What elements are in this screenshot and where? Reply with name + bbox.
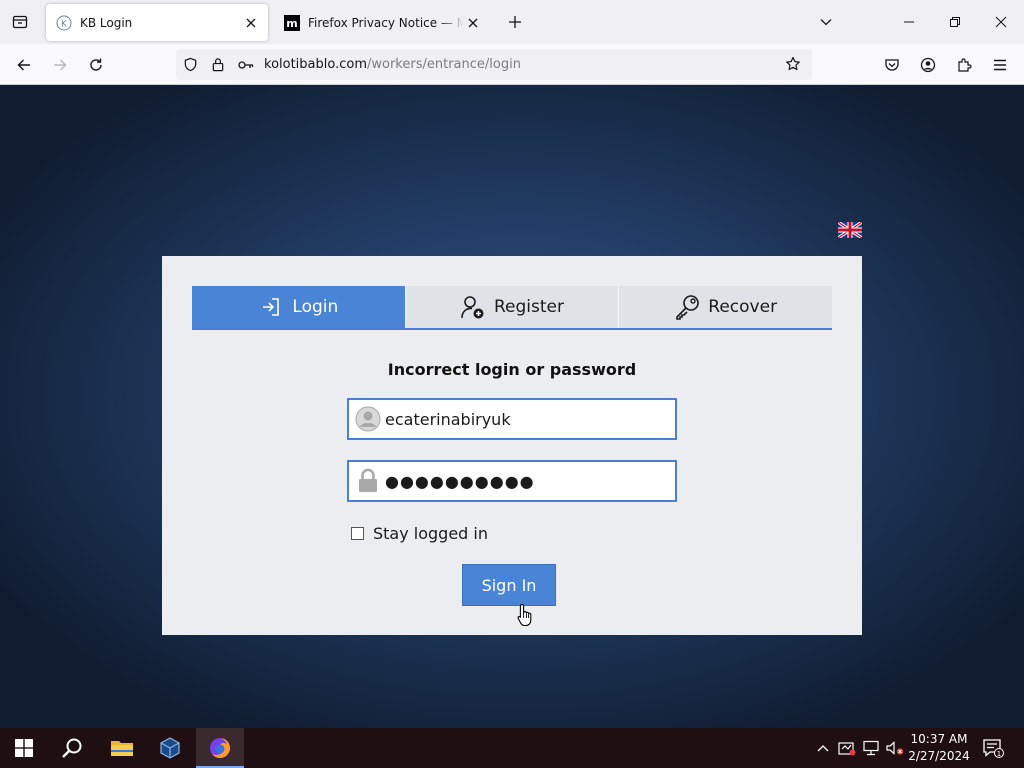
reload-icon <box>90 58 102 71</box>
notification-icon: 1 <box>983 739 1004 758</box>
firefox-view-icon <box>12 15 28 29</box>
tray-app-icon <box>838 742 856 756</box>
password-field[interactable]: ●●●●●●●●●● <box>347 460 677 502</box>
firefox-taskbar-button[interactable] <box>196 728 244 768</box>
navigation-toolbar: kolotibablo.com/workers/entrance/login <box>0 44 1024 85</box>
account-button[interactable] <box>915 52 941 78</box>
new-tab-button[interactable] <box>504 10 526 34</box>
plus-icon <box>509 16 521 28</box>
tab-login[interactable]: Login <box>192 286 406 328</box>
user-add-icon <box>460 294 486 320</box>
login-card: Login Register Recover Incorrect login o… <box>162 256 862 635</box>
windows-logo-icon <box>15 739 33 757</box>
network-button[interactable] <box>860 728 882 768</box>
uk-flag-icon <box>837 220 863 240</box>
tracking-protection-icon[interactable] <box>176 51 204 79</box>
padlock-icon <box>351 462 385 500</box>
mozilla-favicon-icon: m <box>284 14 300 31</box>
back-button[interactable] <box>11 52 37 78</box>
tab-recover[interactable]: Recover <box>619 286 833 328</box>
forward-arrow-icon <box>54 59 67 71</box>
page-content: Login Register Recover Incorrect login o… <box>0 85 1024 728</box>
clock-time: 10:37 AM <box>910 732 968 746</box>
clock-date: 2/27/2024 <box>908 749 970 763</box>
lock-icon[interactable] <box>204 51 232 79</box>
hand-cursor-icon <box>517 603 532 627</box>
taskbar-clock[interactable]: 10:37 AM 2/27/2024 <box>906 731 972 765</box>
list-all-tabs-button[interactable] <box>814 10 838 34</box>
firefox-icon <box>210 738 230 758</box>
sign-in-button[interactable]: Sign In <box>462 564 556 606</box>
account-icon <box>920 57 936 73</box>
reload-button[interactable] <box>83 52 109 78</box>
chevron-down-icon <box>820 19 832 26</box>
network-icon <box>863 740 879 756</box>
volume-muted-icon <box>886 741 904 755</box>
extensions-button[interactable] <box>951 52 977 78</box>
tab-firefox-privacy[interactable]: m Firefox Privacy Notice — Mozilla <box>274 4 490 41</box>
bookmark-star-icon[interactable] <box>780 51 806 77</box>
pocket-button[interactable] <box>879 52 905 78</box>
browser-tab-strip: K KB Login m Firefox Privacy Notice — Mo… <box>0 0 1024 44</box>
permissions-key-icon[interactable] <box>232 51 260 79</box>
folder-icon <box>111 741 133 756</box>
stay-logged-in-checkbox[interactable] <box>351 527 364 540</box>
start-button[interactable] <box>0 728 48 768</box>
minimize-button[interactable] <box>886 0 932 44</box>
hamburger-menu-icon <box>994 59 1006 71</box>
tab-title: KB Login <box>80 15 133 30</box>
url-host: kolotibablo.com <box>264 57 367 72</box>
url-path: /workers/entrance/login <box>367 57 521 72</box>
notification-count: 1 <box>997 750 1001 758</box>
file-explorer-button[interactable] <box>98 728 146 768</box>
back-arrow-icon <box>17 59 30 71</box>
minimize-icon <box>904 21 914 23</box>
restore-button[interactable] <box>932 0 978 44</box>
show-hidden-icons-button[interactable] <box>812 728 834 768</box>
svg-text:m: m <box>286 17 297 30</box>
close-icon <box>995 16 1007 28</box>
tab-login-label: Login <box>292 297 339 317</box>
tab-close-icon[interactable] <box>464 14 482 32</box>
url-text: kolotibablo.com/workers/entrance/login <box>264 57 521 72</box>
forward-button[interactable] <box>47 52 73 78</box>
search-icon <box>62 738 82 758</box>
stay-logged-in-option[interactable]: Stay logged in <box>351 524 488 543</box>
stay-logged-in-label: Stay logged in <box>373 524 489 543</box>
login-arrow-icon <box>258 294 284 320</box>
language-switcher[interactable] <box>837 220 863 240</box>
password-value: ●●●●●●●●●● <box>385 471 535 491</box>
tab-kb-login[interactable]: K KB Login <box>46 4 268 41</box>
firefox-view-button[interactable] <box>8 10 32 34</box>
notification-center-button[interactable]: 1 <box>978 728 1008 768</box>
tab-register-label: Register <box>494 297 564 317</box>
tab-title: Firefox Privacy Notice — Mozilla <box>308 15 464 30</box>
restore-icon <box>950 17 960 27</box>
volume-button[interactable] <box>884 728 906 768</box>
virtualbox-button[interactable] <box>146 728 194 768</box>
username-value: ecaterinabiryuk <box>385 409 511 429</box>
key-icon <box>674 294 700 320</box>
puzzle-icon <box>958 58 972 72</box>
kb-favicon-icon: K <box>56 15 72 31</box>
user-avatar-icon <box>351 400 385 438</box>
error-message: Incorrect login or password <box>387 360 637 379</box>
tab-register[interactable]: Register <box>405 286 620 328</box>
address-bar[interactable]: kolotibablo.com/workers/entrance/login <box>176 49 812 80</box>
app-menu-button[interactable] <box>987 52 1013 78</box>
close-window-button[interactable] <box>978 0 1024 44</box>
pocket-icon <box>885 59 899 71</box>
auth-tabs: Login Register Recover <box>192 286 833 330</box>
tab-close-icon[interactable] <box>242 14 260 32</box>
virtualbox-icon <box>160 737 180 759</box>
tray-app-button[interactable] <box>836 728 858 768</box>
chevron-up-icon <box>817 745 829 752</box>
username-field[interactable]: ecaterinabiryuk <box>347 398 677 440</box>
tab-recover-label: Recover <box>708 297 778 317</box>
windows-taskbar: 10:37 AM 2/27/2024 1 <box>0 728 1024 768</box>
search-button[interactable] <box>48 728 96 768</box>
